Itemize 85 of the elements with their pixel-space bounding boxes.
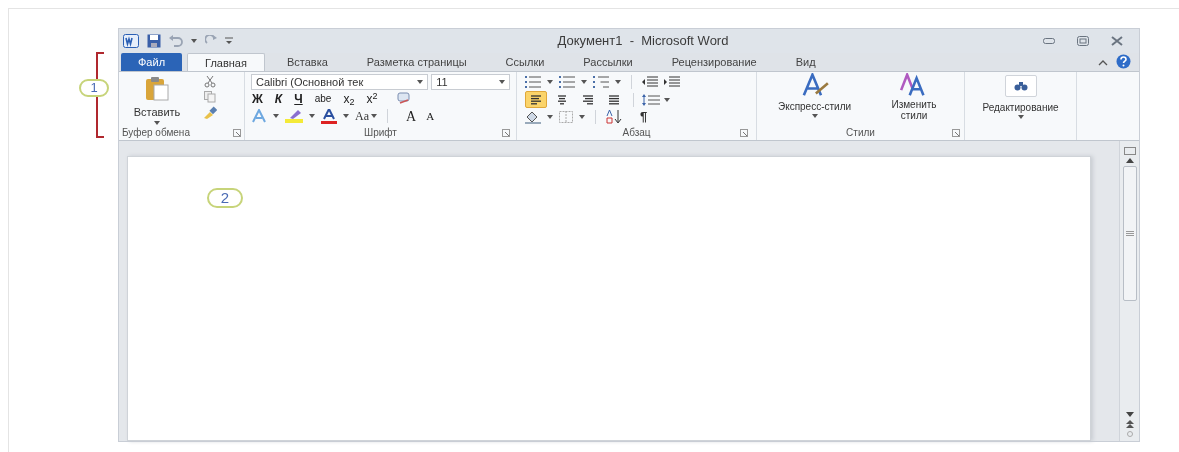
shrink-font-button[interactable]: A <box>422 107 435 125</box>
ribbon-tab[interactable]: Разметка страницы <box>349 53 484 71</box>
line-spacing-icon[interactable] <box>642 93 660 106</box>
font-color-icon[interactable] <box>321 108 337 124</box>
scroll-up-icon[interactable] <box>1125 158 1134 163</box>
change-case-button[interactable]: Aa <box>355 107 377 125</box>
scrollbar-thumb[interactable] <box>1122 166 1137 301</box>
caret-icon <box>547 115 553 119</box>
ribbon-tab[interactable]: Файл <box>121 53 183 71</box>
format-button[interactable]: abe <box>313 92 333 106</box>
format-button[interactable]: x$^{2}$ <box>365 92 379 106</box>
caret-icon <box>579 115 585 119</box>
dialog-launcher-icon[interactable] <box>502 128 510 137</box>
caret-icon <box>154 120 160 125</box>
bullets-icon[interactable] <box>525 76 541 88</box>
grow-font-button[interactable]: A <box>398 105 417 127</box>
group-label: Шрифт <box>364 126 397 140</box>
binoculars-icon <box>1013 81 1028 91</box>
align-icon <box>556 94 568 105</box>
align-icon <box>530 94 542 105</box>
paste-button[interactable]: Вставить <box>127 76 187 125</box>
brush-icon[interactable] <box>203 106 217 119</box>
vertical-scrollbar[interactable] <box>1119 141 1139 441</box>
scroll-down-icon[interactable] <box>1125 412 1134 417</box>
ribbon-tab[interactable]: Ссылки <box>488 53 562 71</box>
ruler-toggle-icon[interactable] <box>1123 145 1136 155</box>
increase-indent-icon[interactable] <box>664 76 680 88</box>
multilevel-list-icon[interactable] <box>593 76 609 88</box>
help-icon[interactable] <box>1116 54 1131 69</box>
caret-icon <box>371 114 377 118</box>
dialog-launcher-icon[interactable] <box>952 128 960 137</box>
maximize-icon[interactable] <box>1077 36 1089 46</box>
dialog-launcher-icon[interactable] <box>233 128 241 137</box>
highlighter-icon[interactable] <box>285 109 303 123</box>
caret-icon <box>499 80 505 84</box>
window-title: Документ1 - Microsoft Word <box>557 32 729 51</box>
quick-styles-button[interactable]: Экспресс-стили <box>777 73 852 125</box>
editing-button[interactable]: Редактирование <box>965 72 1076 119</box>
decrease-indent-icon[interactable] <box>642 76 658 88</box>
caret-icon <box>191 39 197 43</box>
group-label: Абзац <box>622 126 651 140</box>
group-label: Стили <box>846 126 875 140</box>
align-icon <box>608 94 620 105</box>
caret-icon <box>547 80 553 84</box>
show-marks-button[interactable]: ¶ <box>640 110 648 124</box>
ribbon-tab[interactable]: Главная <box>187 53 265 71</box>
format-button[interactable]: К <box>273 92 284 106</box>
align-icon <box>582 94 594 105</box>
ribbon-tab[interactable]: Рецензирование <box>654 53 774 71</box>
scissors-icon[interactable] <box>204 76 216 88</box>
numbering-icon[interactable] <box>559 76 575 88</box>
change-styles-button[interactable]: Изменить стили <box>885 73 943 125</box>
ribbon-tab[interactable]: Вид <box>778 53 833 71</box>
caret-icon <box>581 80 587 84</box>
caret-icon <box>615 80 621 84</box>
save-icon[interactable] <box>147 34 161 48</box>
align-button[interactable] <box>525 91 547 108</box>
caret-icon <box>417 80 424 84</box>
font-size-field[interactable]: 11 <box>431 74 510 90</box>
ribbon-tab[interactable]: Рассылки <box>566 53 650 71</box>
previous-page-icon[interactable] <box>1125 420 1134 428</box>
caret-icon <box>343 114 349 118</box>
format-button[interactable]: Ж <box>251 92 264 106</box>
format-button[interactable]: x$_{2}$ <box>342 92 356 106</box>
collapse-ribbon-icon[interactable] <box>1098 59 1108 66</box>
format-button[interactable]: Ч <box>293 92 304 106</box>
caret-icon <box>309 114 315 118</box>
callout-number: 1 <box>79 79 109 97</box>
clipboard-icon <box>144 76 170 102</box>
dialog-launcher-icon[interactable] <box>740 128 748 137</box>
ribbon-tab[interactable]: Вставка <box>269 53 345 71</box>
minimize-icon[interactable] <box>1043 38 1055 44</box>
caret-icon <box>664 97 670 102</box>
grip-icon <box>1125 231 1134 236</box>
caret-icon <box>1017 115 1024 119</box>
word-logo-icon[interactable] <box>123 34 139 48</box>
caret-icon <box>811 114 818 118</box>
paint-bucket-icon[interactable] <box>525 110 541 124</box>
group-label: Буфер обмена <box>122 126 190 140</box>
customize-toolbar-icon[interactable] <box>225 37 233 45</box>
sort-icon[interactable] <box>606 110 622 124</box>
font-name-field[interactable]: Calibri (Основной тек <box>251 74 429 90</box>
caret-icon <box>273 114 279 118</box>
close-icon[interactable] <box>1111 36 1123 46</box>
callout-number: 2 <box>207 188 243 208</box>
